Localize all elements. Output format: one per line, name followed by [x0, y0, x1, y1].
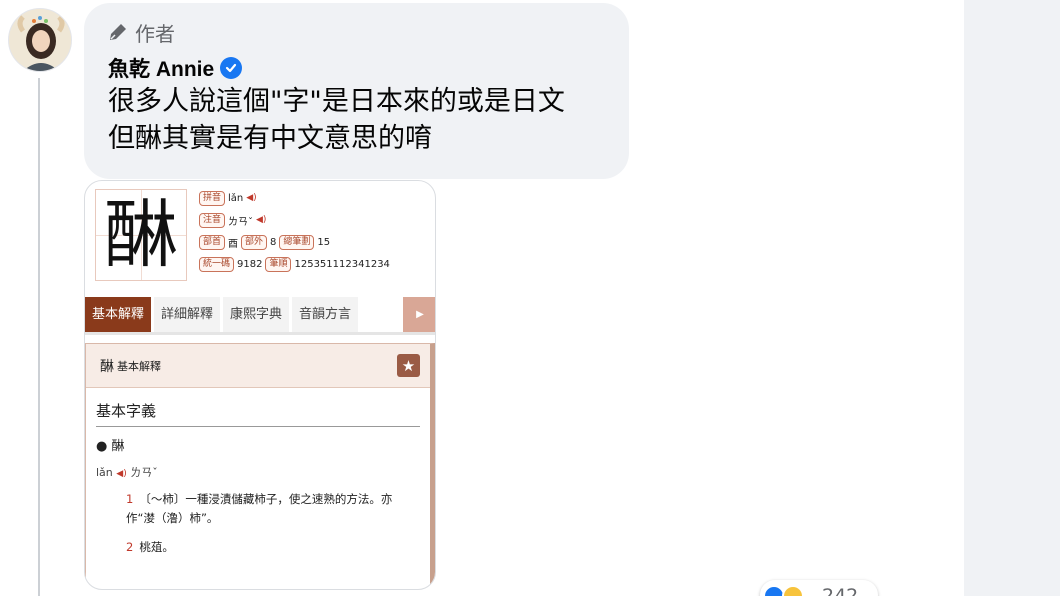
entry-pinyin: lǎn	[96, 466, 113, 479]
comment-bubble: 作者 魚乾 Annie 很多人說這個"字"是日本來的或是日文 但醂其實是有中文意…	[84, 3, 629, 179]
entry-word: ● 醂	[96, 439, 125, 454]
definition-text: 桃葅。	[139, 540, 174, 554]
definition-text: 〔～柿〕一種浸漬儲藏柿子，使之速熟的方法。亦作“漤（澛）柿”。	[126, 492, 393, 525]
author-badge: 作者	[108, 17, 605, 47]
panel-header: 醂 基本解釋 ★	[86, 344, 430, 388]
radical-tag: 部首	[199, 234, 226, 250]
pen-icon	[110, 24, 126, 40]
star-icon[interactable]: ★	[397, 354, 420, 377]
dictionary-tabs: 基本解釋 詳細解釋 康熙字典 音韻方言 ▶	[85, 297, 435, 335]
author-name-link[interactable]: 魚乾 Annie	[108, 53, 214, 83]
tab-detailed-explanation[interactable]: 詳細解釋	[154, 297, 221, 332]
character-box: 醂	[95, 189, 187, 281]
total-strokes-tag: 總筆劃	[279, 234, 315, 250]
radical-value: 酉	[228, 238, 239, 250]
basic-explanation-panel: 醂 基本解釋 ★ 基本字義 ● 醂 lǎn ◀) ㄌㄢˇ 1 〔～柿〕一種浸漬儲藏…	[85, 343, 435, 589]
tab-scroll-right-icon[interactable]: ▶	[403, 297, 435, 332]
total-strokes-value: 15	[317, 236, 331, 248]
haha-reaction-icon	[782, 585, 804, 596]
panel-title-label: 基本解釋	[117, 359, 161, 373]
pinyin-value: lǎn	[228, 192, 244, 204]
character-info: 拼音 lǎn ◀) 注音 ㄌㄢˇ ◀) 部首 酉 部外 8 總筆劃 15 統一碼…	[199, 187, 390, 275]
stroke-order-tag: 筆順	[265, 256, 292, 272]
reply-thread-line	[38, 78, 40, 596]
entry-zhuyin: ㄌㄢˇ	[130, 466, 158, 479]
right-side-panel	[964, 0, 1060, 596]
dictionary-character: 醂	[104, 192, 178, 278]
panel-title-character: 醂	[100, 358, 114, 375]
definition-number: 2	[126, 540, 134, 554]
speaker-icon: ◀)	[116, 469, 127, 479]
definition-number: 1	[126, 492, 134, 506]
speaker-icon: ◀)	[256, 215, 267, 225]
zhuyin-tag: 注音	[199, 212, 226, 228]
avatar-image	[9, 9, 71, 71]
tab-phonology-dialect[interactable]: 音韻方言	[292, 297, 359, 332]
unicode-tag: 統一碼	[199, 256, 235, 272]
comment-text-line-1: 很多人說這個"字"是日本來的或是日文	[108, 86, 565, 117]
definition-item: 2 桃葅。	[126, 538, 416, 557]
reactions-summary[interactable]: 242	[760, 580, 878, 596]
stroke-order-value: 125351112341234	[294, 258, 390, 270]
strokes-outside-value: 8	[270, 236, 277, 248]
avatar[interactable]	[8, 8, 72, 72]
entry-pronunciation: lǎn ◀) ㄌㄢˇ	[96, 464, 420, 480]
tab-basic-explanation[interactable]: 基本解釋	[85, 297, 152, 332]
comment-text-line-2: 但醂其實是有中文意思的唷	[108, 123, 432, 154]
section-title: 基本字義	[96, 400, 420, 427]
reaction-count: 242	[822, 585, 859, 596]
attached-image[interactable]: 醂 拼音 lǎn ◀) 注音 ㄌㄢˇ ◀) 部首 酉 部外 8 總筆劃 15 統…	[84, 180, 436, 590]
tab-kangxi-dictionary[interactable]: 康熙字典	[223, 297, 290, 332]
verified-badge-icon	[220, 57, 243, 79]
unicode-value: 9182	[237, 258, 263, 270]
zhuyin-value: ㄌㄢˇ	[228, 216, 254, 228]
definition-item: 1 〔～柿〕一種浸漬儲藏柿子，使之速熟的方法。亦作“漤（澛）柿”。	[126, 490, 416, 528]
strokes-outside-tag: 部外	[241, 234, 268, 250]
speaker-icon: ◀)	[246, 193, 257, 203]
author-badge-label: 作者	[135, 21, 175, 46]
pinyin-tag: 拼音	[199, 190, 226, 206]
